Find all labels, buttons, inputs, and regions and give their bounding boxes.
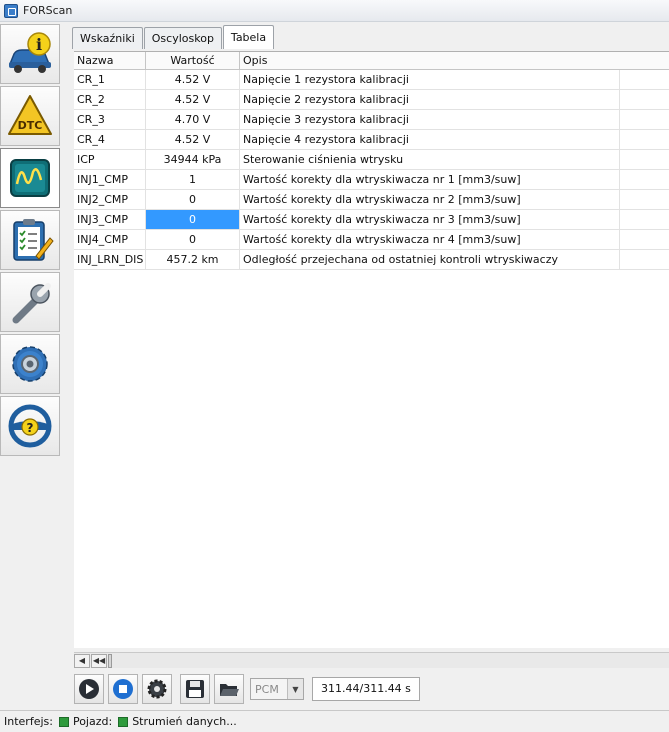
window-title: FORScan	[23, 4, 73, 17]
cell-name: INJ3_CMP	[74, 210, 146, 229]
table-row[interactable]: CR_3 4.70 V Napięcie 3 rezystora kalibracj…	[74, 110, 669, 130]
tab-table[interactable]: Tabela	[222, 25, 275, 49]
cell-value[interactable]: 0	[146, 230, 240, 249]
stop-button[interactable]	[108, 674, 138, 704]
cell-description: Napięcie 4 rezystora kalibracji	[240, 130, 620, 149]
wrench-icon	[12, 283, 51, 324]
scroll-thumb[interactable]	[108, 654, 112, 668]
title-bar: FORScan	[0, 0, 669, 22]
tab-indicators[interactable]: Wskaźniki	[72, 27, 143, 49]
scroll-prev-icon[interactable]: ◀◀	[91, 654, 107, 668]
interface-label: Interfejs:	[4, 715, 53, 728]
open-button[interactable]	[214, 674, 244, 704]
table-row[interactable]: INJ1_CMP 1 Wartość korekty dla wtryskiwacz…	[74, 170, 669, 190]
stream-label: Strumień danych...	[132, 715, 237, 728]
cell-value[interactable]: 0	[146, 190, 240, 209]
table-row[interactable]: CR_4 4.52 V Napięcie 4 rezystora kalibracj…	[74, 130, 669, 150]
table-row[interactable]: INJ3_CMP 0 Wartość korekty dla wtryskiwacz…	[74, 210, 669, 230]
column-header-value[interactable]: Wartość	[146, 52, 240, 69]
sidebar-item-oscilloscope[interactable]	[0, 148, 60, 208]
stop-icon	[113, 679, 133, 699]
table-row[interactable]: ICP 34944 kPa Sterowanie ciśnienia wtrysku	[74, 150, 669, 170]
cell-description: Wartość korekty dla wtryskiwacza nr 3 [m…	[240, 210, 620, 229]
chevron-down-icon: ▼	[287, 679, 303, 699]
cell-name: CR_2	[74, 90, 146, 109]
interface-status-led-icon	[58, 716, 69, 727]
vehicle-label: Pojazd:	[72, 715, 113, 728]
sidebar-item-tests[interactable]	[0, 210, 60, 270]
table-row[interactable]: INJ4_CMP 0 Wartość korekty dla wtryskiwacz…	[74, 230, 669, 250]
table-row[interactable]: INJ2_CMP 0 Wartość korekty dla wtryskiwacz…	[74, 190, 669, 210]
car-info-icon: i	[8, 32, 51, 73]
table-header: Nazwa Wartość Opis	[74, 52, 669, 70]
table-row[interactable]: INJ_LRN_DIS 457.2 km Odległość przejechana…	[74, 250, 669, 270]
sidebar-item-dtc[interactable]: DTC	[0, 86, 60, 146]
cell-name: ICP	[74, 150, 146, 169]
cell-value[interactable]: 0	[146, 210, 240, 229]
cell-description: Wartość korekty dla wtryskiwacza nr 4 [m…	[240, 230, 620, 249]
gear-icon	[12, 346, 48, 382]
cell-description: Napięcie 2 rezystora kalibracji	[240, 90, 620, 109]
cell-name: INJ4_CMP	[74, 230, 146, 249]
steering-help-icon: ?	[8, 404, 52, 448]
svg-text:DTC: DTC	[18, 119, 43, 132]
cell-description: Wartość korekty dla wtryskiwacza nr 1 [m…	[240, 170, 620, 189]
cell-name: CR_4	[74, 130, 146, 149]
cell-name: CR_1	[74, 70, 146, 89]
svg-text:i: i	[36, 35, 42, 54]
sidebar-item-service[interactable]	[0, 272, 60, 332]
cell-description: Odległość przejechana od ostatniej kontr…	[240, 250, 620, 269]
cell-description: Wartość korekty dla wtryskiwacza nr 2 [m…	[240, 190, 620, 209]
table-body: CR_1 4.52 V Napięcie 1 rezystora kalibracj…	[74, 70, 669, 270]
cell-description: Sterowanie ciśnienia wtrysku	[240, 150, 620, 169]
clipboard-check-icon	[13, 219, 54, 261]
dtc-warning-icon: DTC	[8, 95, 52, 135]
tab-oscilloscope[interactable]: Oscyloskop	[143, 27, 222, 49]
tab-bar: Wskaźniki Oscyloskop Tabela	[72, 25, 275, 49]
folder-open-icon	[220, 684, 239, 696]
pid-table: Nazwa Wartość Opis CR_1 4.52 V Napięcie 1 …	[74, 51, 669, 648]
playback-toolbar: PCM ▼ 311.44/311.44 s	[74, 672, 669, 706]
app-icon	[4, 3, 18, 18]
column-header-name[interactable]: Nazwa	[74, 52, 146, 69]
status-bar: Interfejs: Pojazd: Strumień danych...	[0, 710, 669, 732]
cell-name: CR_3	[74, 110, 146, 129]
scroll-first-icon[interactable]: ◀	[74, 654, 90, 668]
time-readout: 311.44/311.44 s	[312, 677, 420, 701]
cell-value[interactable]: 4.52 V	[146, 130, 240, 149]
gear-icon	[147, 679, 167, 699]
floppy-icon	[186, 680, 204, 698]
cell-value[interactable]: 1	[146, 170, 240, 189]
svg-text:?: ?	[27, 421, 34, 435]
sidebar-item-configuration[interactable]	[0, 334, 60, 394]
cell-description: Napięcie 1 rezystora kalibracji	[240, 70, 620, 89]
cell-value[interactable]: 4.52 V	[146, 90, 240, 109]
cell-name: INJ1_CMP	[74, 170, 146, 189]
cell-name: INJ_LRN_DIS	[74, 250, 146, 269]
play-icon	[79, 679, 99, 699]
column-header-description[interactable]: Opis	[240, 52, 669, 69]
cell-description: Napięcie 3 rezystora kalibracji	[240, 110, 620, 129]
cell-name: INJ2_CMP	[74, 190, 146, 209]
table-row[interactable]: CR_2 4.52 V Napięcie 2 rezystora kalibracj…	[74, 90, 669, 110]
oscilloscope-icon	[10, 159, 50, 197]
sidebar: i DTC ?	[0, 24, 62, 456]
ecu-select-value: PCM	[255, 682, 279, 696]
table-row[interactable]: CR_1 4.52 V Napięcie 1 rezystora kalibracj…	[74, 70, 669, 90]
sidebar-item-help[interactable]: ?	[0, 396, 60, 456]
sidebar-item-vehicle-info[interactable]: i	[0, 24, 60, 84]
cell-value[interactable]: 34944 kPa	[146, 150, 240, 169]
cell-value[interactable]: 4.52 V	[146, 70, 240, 89]
horizontal-scrollbar[interactable]: ◀ ◀◀	[74, 652, 669, 668]
cell-value[interactable]: 4.70 V	[146, 110, 240, 129]
save-button[interactable]	[180, 674, 210, 704]
settings-button[interactable]	[142, 674, 172, 704]
ecu-select[interactable]: PCM ▼	[250, 678, 304, 700]
play-button[interactable]	[74, 674, 104, 704]
cell-value[interactable]: 457.2 km	[146, 250, 240, 269]
vehicle-status-led-icon	[118, 716, 129, 727]
